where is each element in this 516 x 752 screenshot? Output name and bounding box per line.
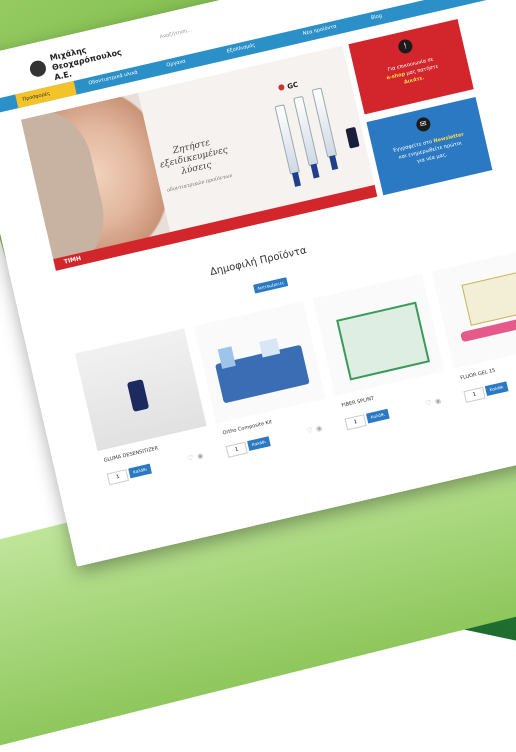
hero-price-label: ΤΙΜΗ [63, 254, 82, 266]
product-card[interactable]: FIBER SPLINT 1 Καλάθι ♡ ◉ [312, 273, 456, 445]
heart-icon[interactable]: ♡ [306, 426, 314, 435]
hero-tagline-sub: οδοντιατρικών προϊόντων [166, 172, 234, 194]
hero-tagline-main: Ζητήστε εξειδικευμένες λύσεις [159, 138, 229, 177]
heart-icon[interactable]: ♡ [187, 454, 195, 463]
brand-dot-icon [277, 83, 285, 92]
nav-item-tools[interactable]: Οργανα [166, 58, 186, 68]
add-to-cart-button[interactable]: Καλάθι [365, 408, 390, 424]
brand-name: GC [286, 80, 299, 91]
product-syringe-3 [311, 87, 338, 158]
brand-logo: GC [277, 80, 299, 93]
contact-box[interactable]: ! Για επικοινωνία σε e-shop μας πατήστε … [348, 19, 474, 115]
hero-tagline: Ζητήστε εξειδικευμένες λύσεις οδοντιατρι… [151, 133, 240, 198]
eye-icon[interactable]: ◉ [315, 424, 323, 433]
eye-icon[interactable]: ◉ [196, 452, 204, 461]
add-to-cart-button[interactable]: Καλάθι [128, 463, 152, 479]
add-to-cart-button[interactable]: Καλάθι [484, 381, 509, 397]
eye-icon[interactable]: ◉ [434, 397, 442, 406]
product-image[interactable] [431, 246, 516, 369]
add-to-cart-button[interactable]: Καλάθι [247, 436, 271, 451]
contact-box-text: Για επικοινωνία σε e-shop μας πατήστε Δι… [361, 50, 464, 96]
nav-item-blog[interactable]: Blog [371, 13, 383, 21]
product-image[interactable] [75, 328, 207, 452]
bottle-shape [126, 379, 150, 412]
product-card[interactable]: GLUMA DESENSITIZER 1 Καλάθι ♡ ◉ [75, 328, 218, 499]
section-title: Δημοφιλή Προϊόντα [209, 245, 308, 279]
cart-link[interactable]: Το καλάθι σας [496, 26, 516, 40]
quantity-field[interactable]: 1 [225, 441, 248, 458]
nav-item-equipment[interactable]: Εξοπλισμός [226, 42, 256, 54]
product-image[interactable] [193, 301, 326, 424]
product-image[interactable] [312, 273, 445, 397]
alert-icon: ! [396, 38, 414, 55]
fiber-box-shape [336, 301, 430, 381]
mail-icon: ✉ [414, 116, 432, 133]
quantity-field[interactable]: 1 [106, 469, 129, 486]
logo-icon[interactable] [28, 59, 48, 79]
product-card[interactable]: Ortho Composite Kit 1 Καλάθι ♡ ◉ [193, 301, 337, 472]
newsletter-box-text: Εγγραφείτε στο Newsletter και ενημερωθεί… [379, 128, 482, 174]
quantity-field[interactable]: 1 [344, 414, 367, 431]
website-preview: Μιχάλης Θεοχαρόπουλος Α.Ε. Αναζήτηση... … [0, 0, 516, 567]
details-button[interactable]: Λεπτομέρειες [253, 277, 289, 294]
product-bottle [345, 126, 360, 149]
search-input[interactable]: Αναζήτηση... [159, 27, 192, 40]
newsletter-box[interactable]: ✉ Εγγραφείτε στο Newsletter και ενημερωθ… [366, 96, 493, 196]
heart-icon[interactable]: ♡ [424, 399, 432, 408]
gel-box-shape [461, 271, 516, 326]
quantity-field[interactable]: 1 [463, 386, 486, 403]
